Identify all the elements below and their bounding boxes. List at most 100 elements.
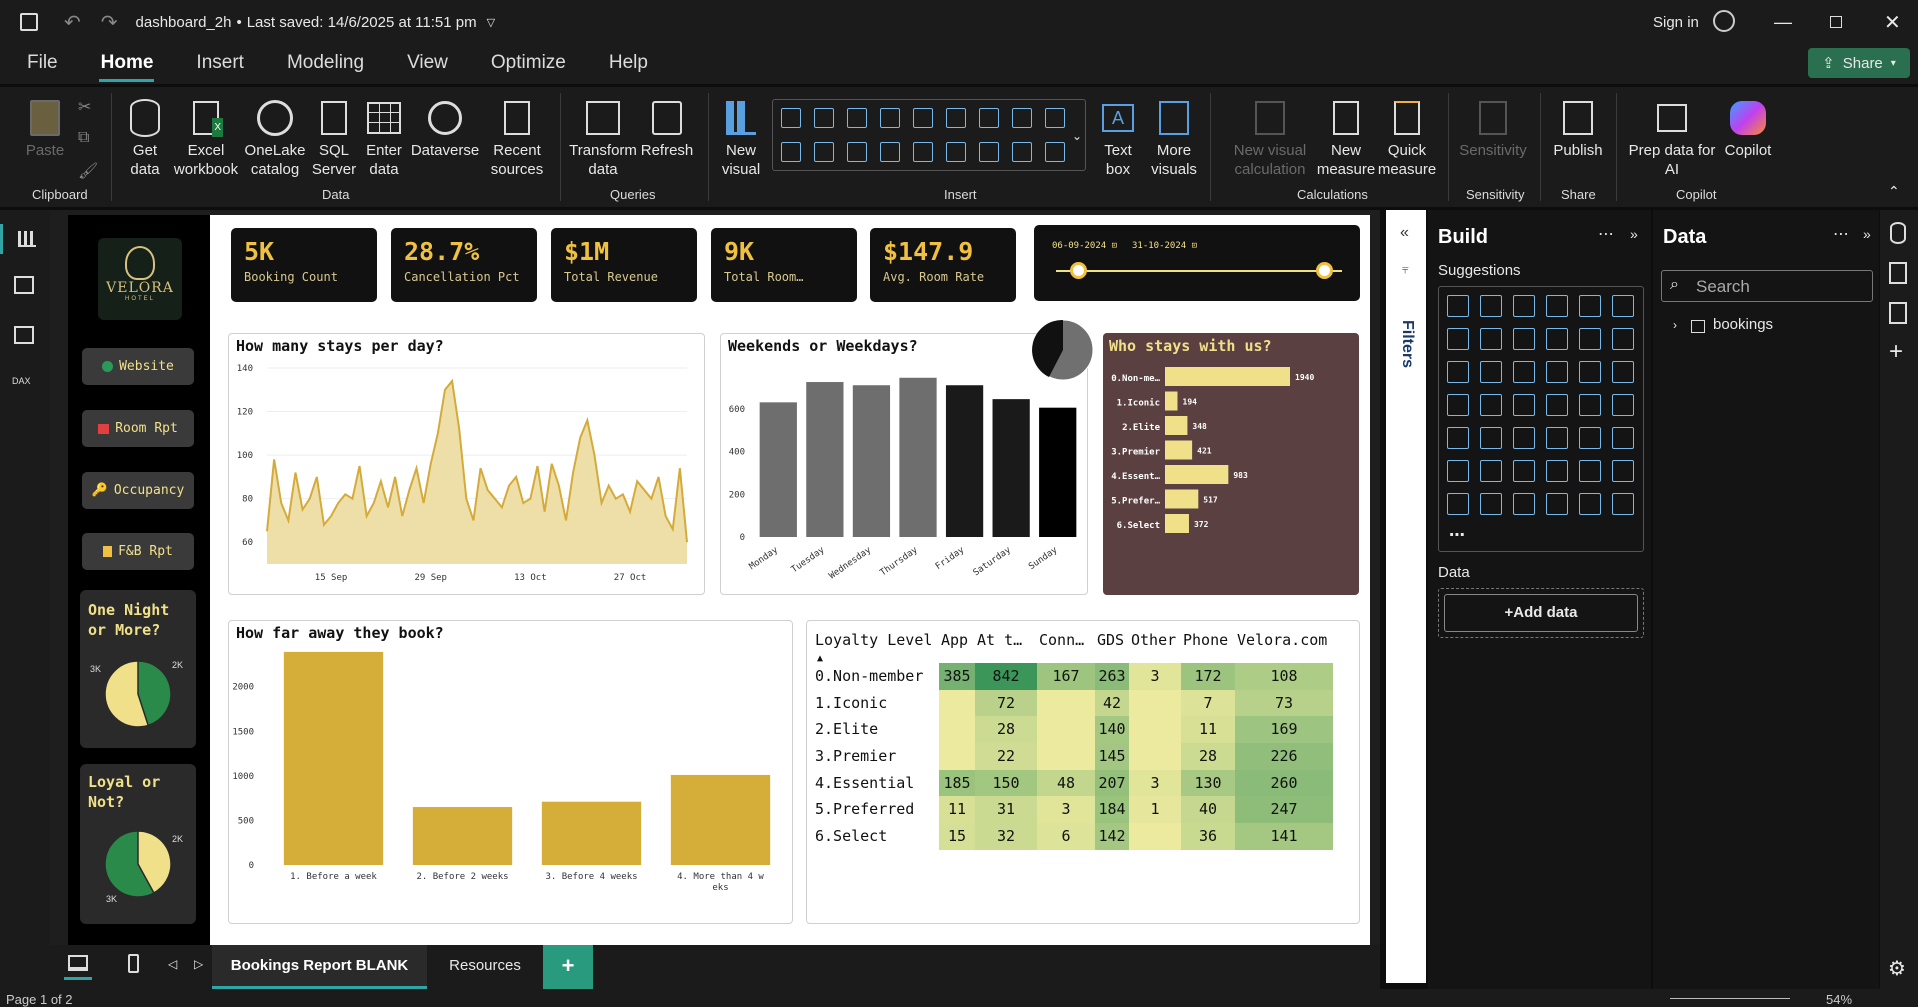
visual-type-icon[interactable] [1546,460,1568,482]
sql-server-button[interactable]: SQL Server [312,87,356,182]
visual-type-icon[interactable] [1480,295,1502,317]
bookings-table[interactable]: bookings [1713,316,1773,333]
save-icon[interactable] [20,13,38,31]
column-header[interactable]: Conn… [1037,631,1095,649]
menu-file[interactable]: File [0,44,73,84]
visual-type-icon[interactable] [1480,361,1502,383]
visual-type-icon[interactable] [1045,142,1065,162]
menu-home[interactable]: Home [73,44,169,84]
visual-type-icon[interactable] [1447,427,1469,449]
menu-help[interactable]: Help [581,44,663,84]
next-page-icon[interactable]: ▷ [194,957,203,971]
visual-type-icon[interactable] [1480,394,1502,416]
prep-data-ai-button[interactable]: Prep data for AI [1622,87,1722,182]
text-box-button[interactable]: A Text box [1094,87,1142,182]
visual-type-icon[interactable] [1447,394,1469,416]
visual-type-icon[interactable] [847,108,867,128]
prev-page-icon[interactable]: ◁ [168,957,177,971]
dataverse-button[interactable]: Dataverse [410,87,480,182]
visual-type-icon[interactable] [1579,394,1601,416]
visual-type-icon[interactable] [1546,394,1568,416]
add-page-button[interactable]: + [543,945,593,989]
menu-insert[interactable]: Insert [168,44,259,84]
redo-icon[interactable]: ↷ [101,10,118,35]
visual-type-icon[interactable] [880,142,900,162]
more-visuals-button[interactable]: More visuals [1148,87,1200,182]
visual-type-icon[interactable] [781,108,801,128]
menu-view[interactable]: View [379,44,463,84]
tab-bookings-report[interactable]: Bookings Report BLANK [212,945,427,989]
visual-type-icon[interactable] [1513,361,1535,383]
column-header[interactable]: Velora.com [1235,631,1333,649]
visual-type-icon[interactable] [1012,142,1032,162]
add-pane-icon[interactable]: + [1889,338,1903,366]
visual-type-icon[interactable] [1480,427,1502,449]
visual-type-icon[interactable] [946,142,966,162]
column-header[interactable]: At t… [975,631,1037,649]
visual-type-icon[interactable] [781,142,801,162]
data-more-icon[interactable]: ⋯ [1833,224,1849,244]
visual-type-icon[interactable] [814,108,834,128]
visual-type-icon[interactable] [1612,394,1634,416]
slicer-handle-start[interactable] [1070,262,1087,279]
column-header[interactable]: Loyalty Level [815,631,939,649]
room-report-button[interactable]: Room Rpt [82,410,194,447]
lead-chart-card[interactable]: How far away they book? 0 500 1000 1500 2000… [228,620,793,924]
visual-type-icon[interactable] [1546,295,1568,317]
expand-table-icon[interactable]: › [1673,318,1677,332]
table-view-icon[interactable] [14,276,34,294]
column-header[interactable]: Other [1129,631,1181,649]
visual-type-icon[interactable] [1579,493,1601,515]
visual-type-icon[interactable] [1579,361,1601,383]
refresh-button[interactable]: Refresh [640,87,694,182]
visual-type-icon[interactable] [1513,460,1535,482]
visual-type-icon[interactable] [979,108,999,128]
visual-type-icon[interactable] [814,142,834,162]
visual-type-icon[interactable] [1480,493,1502,515]
copy-icon[interactable]: ⧉ [78,129,89,147]
visual-type-icon[interactable] [1513,493,1535,515]
add-data-button[interactable]: +Add data [1444,594,1638,632]
stays-chart-card[interactable]: How many stays per day? 60 80 100 120 140 15 … [228,333,705,595]
visual-type-icon[interactable] [1612,427,1634,449]
slicer-end[interactable]: 31-10-2024 ⊡ [1132,241,1197,251]
visual-type-icon[interactable] [1480,328,1502,350]
paste-button[interactable]: Paste [20,87,70,182]
visual-type-icon[interactable] [1546,427,1568,449]
visual-type-icon[interactable] [1612,328,1634,350]
search-box[interactable]: ⌕ Search [1661,270,1873,302]
visual-type-icon[interactable] [1612,361,1634,383]
settings-icon[interactable]: ⚙ [1888,956,1906,981]
excel-button[interactable]: X Excel workbook [174,87,238,182]
dax-view-icon[interactable]: DAX [12,376,31,386]
minimize-icon[interactable]: — [1774,12,1792,33]
slicer-start[interactable]: 06-09-2024 ⊡ [1052,241,1117,251]
sign-in-link[interactable]: Sign in [1653,14,1699,31]
website-button[interactable]: Website [82,348,194,385]
fnb-report-button[interactable]: F&B Rpt [82,533,194,570]
copilot-button[interactable]: Copilot [1718,87,1778,182]
avatar-icon[interactable] [1713,10,1735,32]
collapse-ribbon-icon[interactable]: ⌃ [1888,183,1900,200]
undo-icon[interactable]: ↶ [64,10,81,35]
enter-data-button[interactable]: Enter data [362,87,406,182]
sort-ascending-icon[interactable]: ▲ [817,653,823,664]
visual-type-icon[interactable] [1045,108,1065,128]
visual-type-icon[interactable] [1546,328,1568,350]
visual-type-icon[interactable] [1546,493,1568,515]
gallery-expand-icon[interactable]: ⌄ [1072,129,1082,143]
column-header[interactable]: Phone [1181,631,1235,649]
desktop-layout-icon[interactable] [68,955,88,971]
visual-type-icon[interactable] [1447,493,1469,515]
visual-type-icon[interactable] [913,108,933,128]
new-measure-button[interactable]: New measure [1317,87,1375,182]
publish-button[interactable]: Publish [1548,87,1608,182]
mobile-layout-icon[interactable] [128,954,139,973]
maximize-icon[interactable] [1830,16,1842,28]
expand-filters-icon[interactable]: « [1400,224,1409,242]
tab-resources[interactable]: Resources [430,945,540,989]
visual-type-icon[interactable] [1012,108,1032,128]
visual-type-icon[interactable] [1513,427,1535,449]
visual-type-icon[interactable] [1546,361,1568,383]
column-header[interactable]: App [939,631,975,649]
